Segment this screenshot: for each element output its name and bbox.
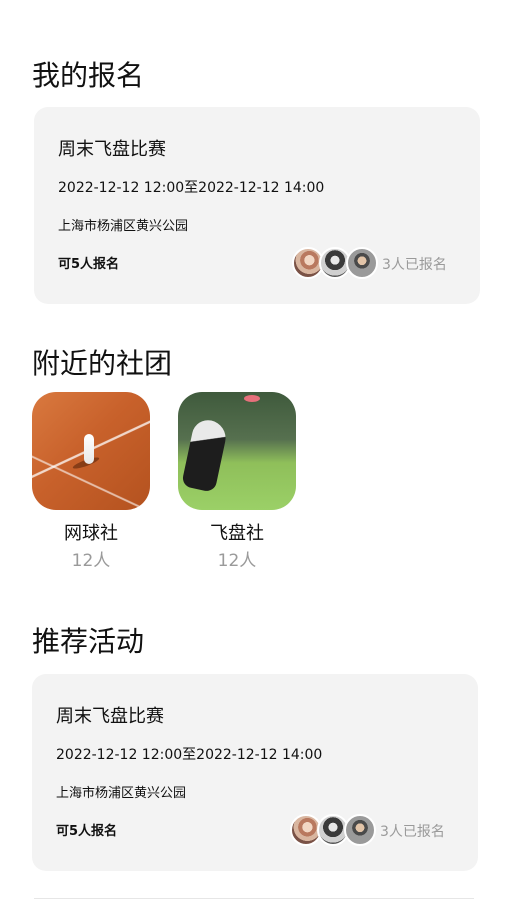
avatar — [344, 814, 376, 846]
signed-count: 3人已报名 — [380, 824, 445, 840]
section-title-my-signups: 我的报名 — [32, 59, 145, 92]
my-signup-event-card[interactable]: 周末飞盘比赛 2022-12-12 12:00至2022-12-12 14:00… — [34, 107, 480, 304]
divider — [34, 898, 474, 899]
participant-avatars — [290, 814, 380, 848]
event-quota: 可5人报名 — [58, 257, 120, 272]
event-place: 上海市杨浦区黄兴公园 — [56, 786, 187, 801]
club-name: 网球社 — [64, 523, 118, 544]
event-place: 上海市杨浦区黄兴公园 — [58, 219, 189, 234]
club-member-count: 12人 — [217, 551, 257, 571]
club-item-tennis[interactable]: 网球社 12人 — [32, 392, 150, 572]
frisbee-club-image — [178, 392, 296, 510]
participant-avatars — [292, 247, 382, 281]
club-item-frisbee[interactable]: 飞盘社 12人 — [178, 392, 296, 572]
event-time: 2022-12-12 12:00至2022-12-12 14:00 — [58, 180, 325, 196]
signed-count: 3人已报名 — [382, 257, 447, 273]
tennis-club-image — [32, 392, 150, 510]
club-name: 飞盘社 — [210, 523, 264, 544]
page: 我的报名 周末飞盘比赛 2022-12-12 12:00至2022-12-12 … — [0, 0, 507, 900]
section-title-nearby-clubs: 附近的社团 — [32, 347, 173, 380]
event-title: 周末飞盘比赛 — [58, 139, 166, 160]
event-quota: 可5人报名 — [56, 824, 118, 839]
recommended-event-card[interactable]: 周末飞盘比赛 2022-12-12 12:00至2022-12-12 14:00… — [32, 674, 478, 871]
event-title: 周末飞盘比赛 — [56, 706, 164, 727]
club-member-count: 12人 — [71, 551, 111, 571]
avatar — [346, 247, 378, 279]
event-time: 2022-12-12 12:00至2022-12-12 14:00 — [56, 747, 323, 763]
section-title-recommended: 推荐活动 — [32, 625, 145, 658]
